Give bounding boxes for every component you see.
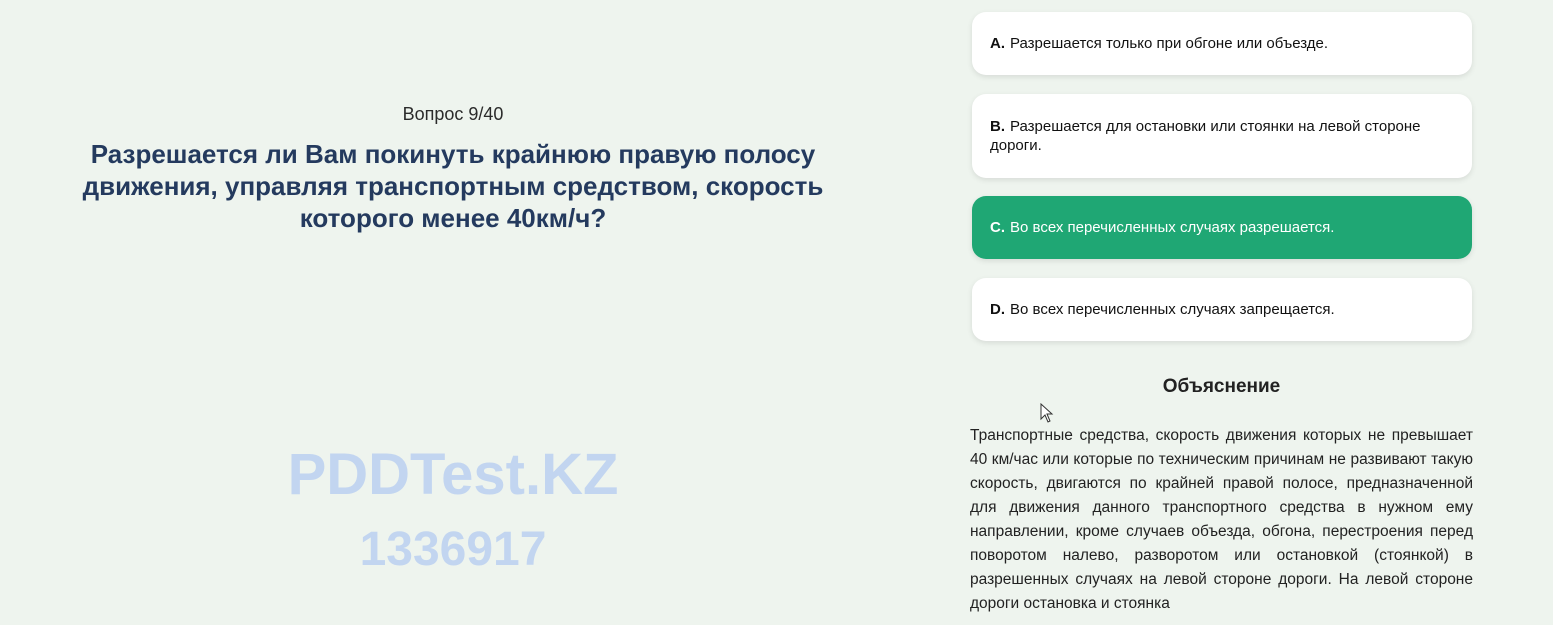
answer-label: Разрешается только при обгоне или объезд… xyxy=(1010,35,1329,52)
question-text: Разрешается ли Вам покинуть крайнюю прав… xyxy=(82,139,824,233)
answer-label: Во всех перечисленных случаях запрещаетс… xyxy=(1010,301,1335,318)
answer-letter: A. xyxy=(990,35,1005,52)
answer-letter: C. xyxy=(990,219,1005,236)
question-panel: Вопрос 9/40 Разрешается ли Вам покинуть … xyxy=(0,0,906,625)
answer-option-c[interactable]: C. Во всех перечисленных случаях разрешае… xyxy=(972,196,1472,259)
watermark-site: PDDTest.KZ xyxy=(287,442,619,507)
page: Вопрос 9/40 Разрешается ли Вам покинуть … xyxy=(0,0,1553,625)
answer-label: Разрешается для остановки или стоянки на… xyxy=(990,118,1421,154)
answer-option-a[interactable]: A. Разрешается только при обгоне или объе… xyxy=(972,12,1472,75)
mouse-cursor-icon xyxy=(1040,403,1054,423)
question-counter: Вопрос 9/40 xyxy=(402,104,504,124)
answer-letter: B. xyxy=(990,118,1005,135)
answer-label: Во всех перечисленных случаях разрешаетс… xyxy=(1010,219,1335,236)
answer-option-b[interactable]: B. Разрешается для остановки или стоянки … xyxy=(972,94,1472,178)
explanation-title: Объяснение xyxy=(1162,376,1281,397)
answers-panel: A. Разрешается только при обгоне или объе… xyxy=(970,0,1473,625)
answer-letter: D. xyxy=(990,301,1005,318)
watermark-id: 1336917 xyxy=(359,523,547,576)
explanation-text: Транспортные средства, скорость движения… xyxy=(970,427,1473,612)
answer-option-d[interactable]: D. Во всех перечисленных случаях запрещае… xyxy=(972,278,1472,341)
